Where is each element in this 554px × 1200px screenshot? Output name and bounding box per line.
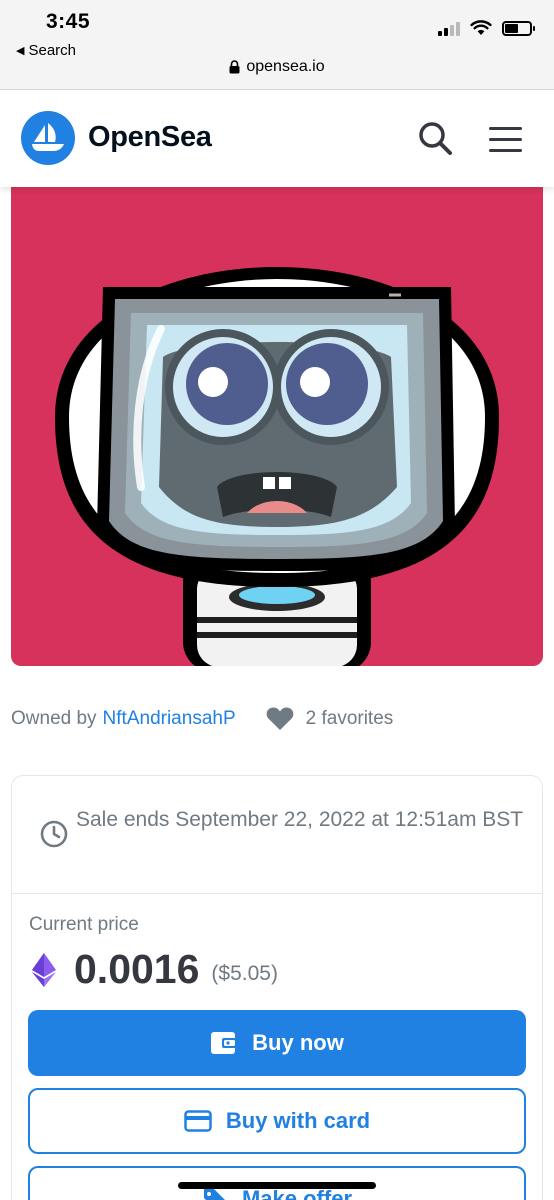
- browser-chrome: 3:45 ◀ Search opensea.io: [0, 0, 554, 90]
- favorites-text: 2 favorites: [305, 707, 394, 729]
- status-time: 3:45: [46, 10, 91, 33]
- status-icons: [438, 20, 535, 36]
- current-price-label: Current price: [29, 914, 139, 935]
- back-label: Search: [28, 42, 76, 59]
- owned-by-label: Owned by: [11, 707, 97, 729]
- price-value: 0.0016: [74, 946, 200, 992]
- clock-icon: [40, 820, 68, 848]
- brand-name[interactable]: OpenSea: [88, 121, 212, 154]
- nft-image[interactable]: [11, 187, 543, 666]
- address-bar[interactable]: opensea.io: [0, 58, 554, 76]
- battery-icon: [502, 20, 535, 36]
- back-triangle-icon: ◀: [16, 45, 25, 57]
- trade-panel: Sale ends September 22, 2022 at 12:51am …: [11, 775, 543, 1200]
- cellular-signal-icon: [438, 20, 460, 36]
- url-text: opensea.io: [246, 58, 325, 75]
- ethereum-icon: [32, 952, 56, 987]
- buy-now-button[interactable]: Buy now: [28, 1010, 526, 1076]
- astronaut-character-image: [55, 267, 499, 666]
- buy-with-card-button[interactable]: Buy with card: [28, 1088, 526, 1154]
- heart-icon: [266, 707, 293, 730]
- sale-end-row: Sale ends September 22, 2022 at 12:51am …: [12, 776, 542, 894]
- price-row: 0.0016 ($5.05): [32, 946, 278, 993]
- price-usd: ($5.05): [211, 961, 278, 985]
- sale-end-text: Sale ends September 22, 2022 at 12:51am …: [76, 808, 524, 831]
- home-indicator[interactable]: [178, 1182, 376, 1189]
- hamburger-menu-icon[interactable]: [486, 121, 526, 157]
- owner-link[interactable]: NftAndriansahP: [103, 708, 236, 730]
- credit-card-icon: [184, 1110, 212, 1132]
- back-to-search-button[interactable]: ◀ Search: [16, 42, 76, 59]
- search-icon[interactable]: [416, 119, 456, 159]
- buy-with-card-label: Buy with card: [225, 1108, 371, 1133]
- lock-icon: [229, 60, 240, 74]
- wallet-icon: [211, 1032, 238, 1054]
- site-header: OpenSea: [0, 91, 554, 187]
- ownership-row: Owned by NftAndriansahP 2 favorites: [11, 706, 393, 731]
- favorites-count[interactable]: 2 favorites: [266, 706, 394, 731]
- opensea-logo-icon[interactable]: [21, 111, 75, 165]
- buy-now-label: Buy now: [252, 1030, 344, 1055]
- wifi-icon: [470, 20, 492, 35]
